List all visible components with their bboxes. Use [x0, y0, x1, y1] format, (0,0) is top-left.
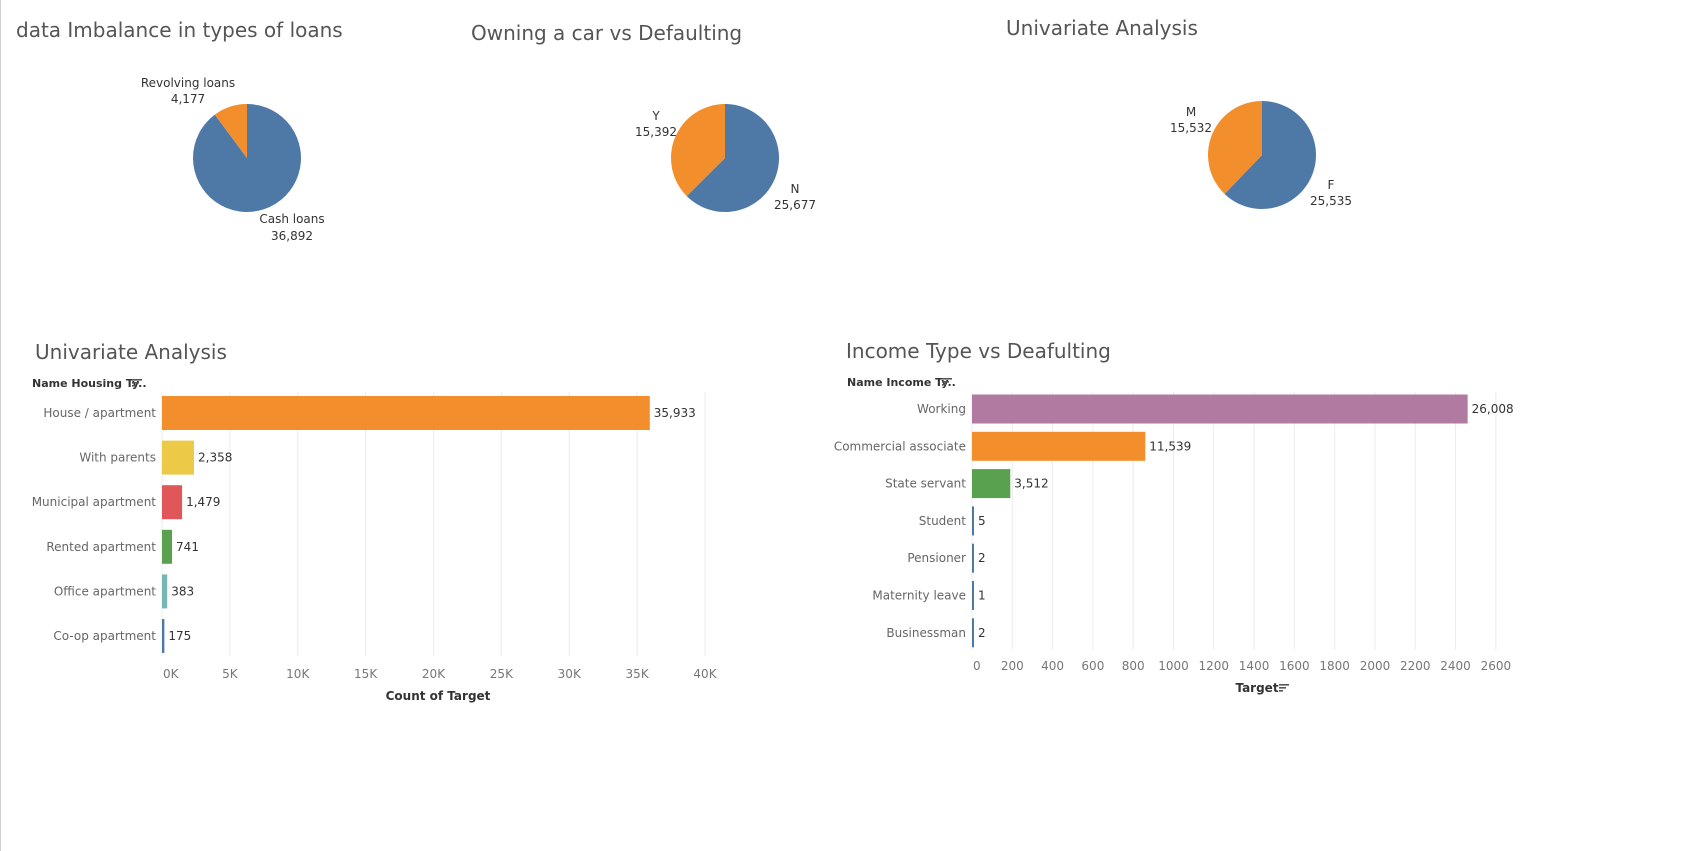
bar-1-value-label-0: 26,008 [1472, 402, 1514, 416]
bar-1-axis-sort-icon-l1 [1279, 684, 1289, 686]
bar-1-sort-icon-l2 [942, 381, 949, 383]
bar-0-tick-3: 15K [354, 667, 378, 681]
bar-0-value-label-5: 175 [168, 629, 191, 643]
bar-0-tick-8: 40K [693, 667, 717, 681]
bar-0-bar-2[interactable] [162, 485, 183, 520]
bar-0-value-label-1: 2,358 [198, 451, 232, 465]
bar-0-value-label-3: 741 [176, 540, 199, 554]
bar-1-value-label-1: 11,539 [1149, 439, 1191, 453]
bar-1-tick-10: 2000 [1360, 659, 1391, 673]
bar-1-tick-0: 0 [973, 659, 981, 673]
bar-1-tick-9: 1800 [1319, 659, 1350, 673]
bar-0-tick-2: 10K [286, 667, 310, 681]
bar-0-bar-3[interactable] [162, 529, 173, 564]
bar-0-category-0: House / apartment [43, 406, 156, 420]
bar-0-value-label-0: 35,933 [654, 406, 696, 420]
bar-0-sort-icon-l1 [132, 379, 142, 381]
bar-0-field-label: Name Housing Ty.. [32, 377, 147, 390]
bar-1-tick-5: 1000 [1158, 659, 1189, 673]
bar-1-tick-1: 200 [1001, 659, 1024, 673]
bar-1-tick-8: 1600 [1279, 659, 1310, 673]
bar-0-tick-7: 35K [626, 667, 650, 681]
pie-2-slice-0-label: F [1328, 178, 1335, 192]
bar-1-bar-6[interactable] [972, 618, 974, 648]
bar-1-category-2: State servant [885, 477, 966, 491]
pie-1-slice-0-value: 25,677 [774, 198, 816, 212]
bar-1-sort-icon-l1 [942, 378, 952, 380]
bar-1-category-3: Student [919, 514, 967, 528]
bar-0-category-2: Municipal apartment [32, 495, 157, 509]
bar-0-tick-0: 0K [163, 667, 180, 681]
dashboard-charts: Cash loans 36,892 Revolving loans 4,177 N 25,… [32, 76, 1514, 703]
bar-1-category-0: Working [917, 402, 966, 416]
bar-1-category-1: Commercial associate [834, 439, 966, 453]
bar-1-axis-sort-icon-l3 [1279, 690, 1283, 692]
bar-1-value-label-3: 5 [978, 514, 986, 528]
bar-0-value-label-2: 1,479 [186, 495, 220, 509]
bar-1-tick-4: 800 [1122, 659, 1145, 673]
pie-2-slice-0-value: 25,535 [1310, 194, 1352, 208]
bar-1-axis-title: Target [1235, 681, 1278, 695]
bar-0-bar-1[interactable] [162, 440, 195, 475]
pie-1-slice-1-value: 15,392 [635, 125, 677, 139]
bar-1-bar-2[interactable] [972, 469, 1011, 499]
pie-2-slice-1-value: 15,532 [1170, 121, 1212, 135]
bar-1-bar-5[interactable] [972, 581, 974, 610]
bar-0-tick-5: 25K [490, 667, 514, 681]
bar-1-category-5: Maternity leave [872, 589, 966, 603]
bar-1-tick-2: 400 [1041, 659, 1064, 673]
bar-1-category-6: Businessman [886, 626, 966, 640]
bar-0-axis-title: Count of Target [386, 689, 491, 703]
bar-1-axis-sort-icon-l2 [1279, 687, 1286, 689]
bar-1-value-label-4: 2 [978, 551, 986, 565]
bar-0-category-1: With parents [79, 451, 156, 465]
bar-1-bar-0[interactable] [972, 394, 1468, 424]
bar-0-tick-1: 5K [222, 667, 239, 681]
bar-0-category-3: Rented apartment [46, 540, 156, 554]
bar-0-bar-5[interactable] [162, 619, 165, 653]
bar-0-category-4: Office apartment [54, 584, 156, 598]
bar-1-value-label-2: 3,512 [1014, 477, 1048, 491]
bar-1-tick-3: 600 [1081, 659, 1104, 673]
bar-0-bar-4[interactable] [162, 574, 168, 609]
bar-0-bar-0[interactable] [162, 396, 650, 430]
pie-0-slice-1-label: Revolving loans [141, 76, 235, 90]
bar-1-value-label-6: 2 [978, 626, 986, 640]
bar-0-sort-icon-l2 [132, 382, 139, 384]
bar-1-tick-13: 2600 [1481, 659, 1512, 673]
bar-1-tick-6: 1200 [1199, 659, 1230, 673]
pie-0-slice-0-label: Cash loans [259, 212, 324, 226]
bar-1-tick-7: 1400 [1239, 659, 1270, 673]
bar-1-sort-icon-l3 [942, 384, 946, 386]
pie-0-slice-1-value: 4,177 [171, 92, 205, 106]
bar-0-category-5: Co-op apartment [53, 629, 156, 643]
pie-1-slice-1-label: Y [651, 109, 660, 123]
bar-1-field-label: Name Income Ty.. [847, 376, 956, 389]
bar-1-bar-3[interactable] [972, 506, 974, 536]
bar-1-category-4: Pensioner [907, 551, 966, 565]
pie-1-slice-0-label: N [791, 182, 800, 196]
bar-1-bar-4[interactable] [972, 543, 974, 573]
bar-1-tick-12: 2400 [1440, 659, 1471, 673]
bar-0-sort-icon-l3 [132, 385, 136, 387]
bar-0-tick-4: 20K [422, 667, 446, 681]
bar-0-value-label-4: 383 [171, 584, 194, 598]
bar-0-tick-6: 30K [558, 667, 582, 681]
bar-1-bar-1[interactable] [972, 431, 1146, 461]
bar-1-tick-11: 2200 [1400, 659, 1431, 673]
bar-1-value-label-5: 1 [978, 589, 986, 603]
pie-2-slice-1-label: M [1186, 105, 1196, 119]
pie-0-slice-0-value: 36,892 [271, 229, 313, 243]
